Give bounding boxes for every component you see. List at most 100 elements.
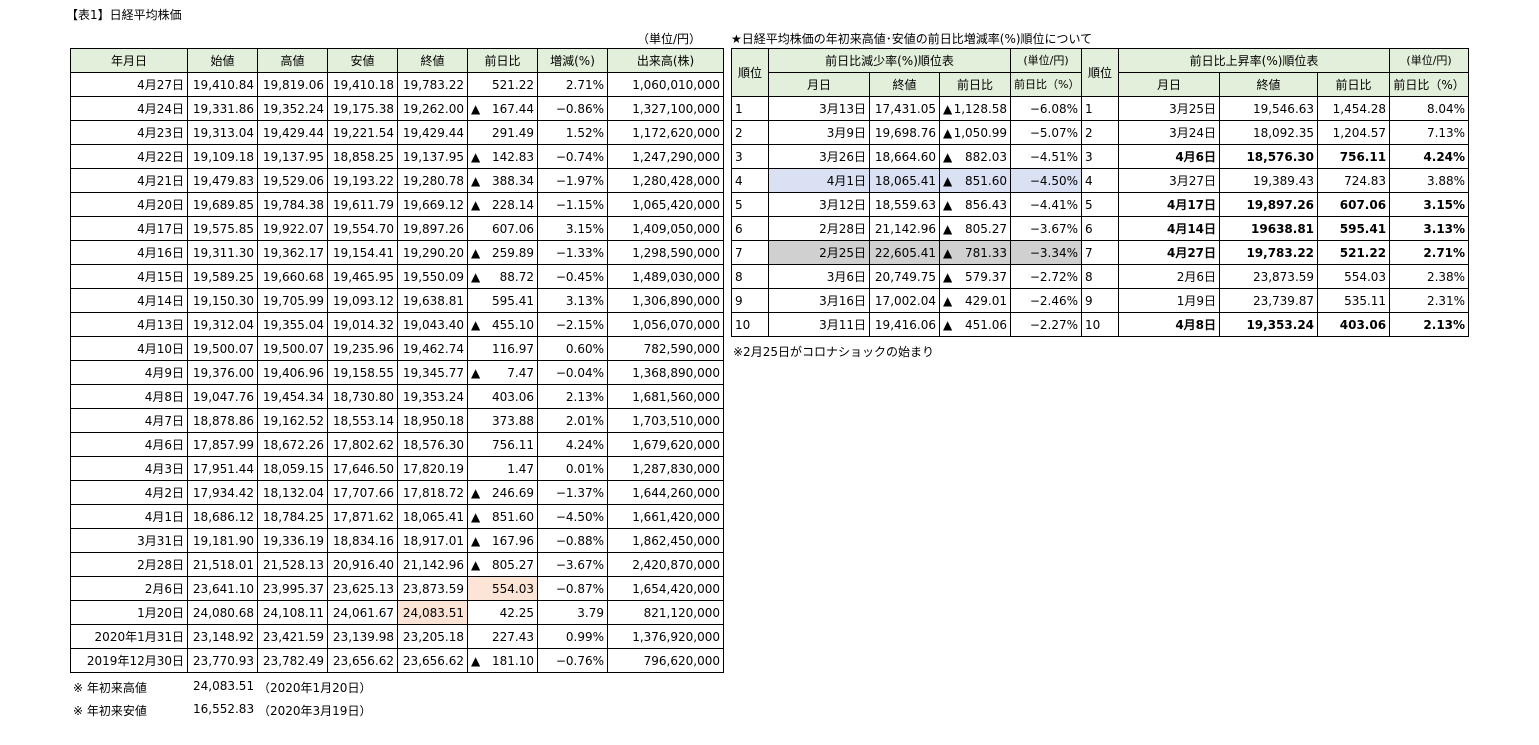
cell-low: 17,707.66 xyxy=(327,480,398,505)
cell-volume: 782,590,000 xyxy=(607,336,724,361)
cell-diff: ▲ 167.96 xyxy=(467,528,538,553)
decrease-pct: −4.41% xyxy=(1010,192,1083,217)
cell-low: 18,858.25 xyxy=(327,144,398,169)
cell-volume: 1,306,890,000 xyxy=(607,288,724,313)
increase-diff: 521.22 xyxy=(1317,240,1391,265)
decrease-pct: −3.34% xyxy=(1010,240,1083,265)
cell-high: 19,362.17 xyxy=(257,240,328,265)
increase-close: 19,783.22 xyxy=(1219,240,1319,265)
cell-high: 19,529.06 xyxy=(257,168,328,193)
table-row: 4月14日 19,150.30 19,705.99 19,093.12 19,638.8… xyxy=(70,288,724,313)
cell-open: 23,770.93 xyxy=(187,648,258,673)
cell-open: 17,934.42 xyxy=(187,480,258,505)
table-row: 4月22日 19,109.18 19,137.95 18,858.25 19,137.9… xyxy=(70,144,724,169)
rank-header: 順位 xyxy=(731,48,769,97)
rank-number: 9 xyxy=(1081,288,1120,313)
increase-pct: 7.13% xyxy=(1389,120,1470,145)
cell-volume: 1,644,260,000 xyxy=(607,480,724,505)
cell-date: 4月21日 xyxy=(70,168,188,193)
down-triangle-icon: ▲ xyxy=(471,173,481,188)
cell-change-pct: 0.60% xyxy=(537,336,608,361)
corona-note: ※2月25日がコロナショックの始まり xyxy=(733,345,934,359)
cell-volume: 1,376,920,000 xyxy=(607,624,724,649)
diff-value: 388.34 xyxy=(492,173,534,188)
cell-low: 17,646.50 xyxy=(327,456,398,481)
cell-volume: 1,247,290,000 xyxy=(607,144,724,169)
cell-low: 18,834.16 xyxy=(327,528,398,553)
cell-volume: 1,280,428,000 xyxy=(607,168,724,193)
cell-change-pct: 3.15% xyxy=(537,216,608,241)
cell-low: 19,554.70 xyxy=(327,216,398,241)
rank-number: 7 xyxy=(1081,240,1120,265)
cell-low: 20,916.40 xyxy=(327,552,398,577)
cell-volume: 1,862,450,000 xyxy=(607,528,724,553)
col-close: 終値 xyxy=(869,72,940,97)
increase-diff: 403.06 xyxy=(1317,312,1391,337)
decrease-close: 22,605.41 xyxy=(869,240,940,265)
cell-change-pct: −0.04% xyxy=(537,360,608,385)
decrease-pct: −4.51% xyxy=(1010,144,1083,169)
col-date: 月日 xyxy=(768,72,870,97)
cell-low: 23,625.13 xyxy=(327,576,398,601)
cell-low: 17,802.62 xyxy=(327,432,398,457)
decrease-close: 20,749.75 xyxy=(869,264,940,289)
cell-volume: 1,489,030,000 xyxy=(607,264,724,289)
diff-value: 429.01 xyxy=(965,293,1008,308)
cell-date: 4月15日 xyxy=(70,264,188,289)
rank-number: 4 xyxy=(731,168,769,193)
cell-diff: ▲ 388.34 xyxy=(467,168,538,193)
increase-date: 2月6日 xyxy=(1118,264,1221,289)
cell-date: 4月14日 xyxy=(70,288,188,313)
cell-date: 4月7日 xyxy=(70,408,188,433)
cell-high: 19,660.68 xyxy=(257,264,328,289)
cell-volume: 796,620,000 xyxy=(607,648,724,673)
cell-high: 23,421.59 xyxy=(257,624,328,649)
cell-date: 4月23日 xyxy=(70,120,188,145)
cell-date: 4月10日 xyxy=(70,336,188,361)
cell-open: 19,589.25 xyxy=(187,264,258,289)
cell-change-pct: −3.67% xyxy=(537,552,608,577)
decrease-date: 3月13日 xyxy=(768,96,870,121)
cell-date: 4月17日 xyxy=(70,216,188,241)
col-diff: 前日比 xyxy=(1317,72,1391,97)
cell-change-pct: 2.71% xyxy=(537,72,608,97)
diff-value: 1.47 xyxy=(507,461,534,476)
cell-diff: 227.43 xyxy=(467,624,538,649)
decrease-title: 前日比減少率(%)順位表 xyxy=(767,48,1012,73)
ranking-row: 7 2月25日 22,605.41 ▲ 781.33 −3.34% 7 4月27日 19,783… xyxy=(731,240,1470,265)
cell-high: 18,672.26 xyxy=(257,432,328,457)
rank-number: 8 xyxy=(1081,264,1120,289)
diff-value: 856.43 xyxy=(965,197,1008,212)
cell-close: 18,065.41 xyxy=(397,504,468,529)
cell-high: 23,995.37 xyxy=(257,576,328,601)
cell-diff: 1.47 xyxy=(467,456,538,481)
diff-value: 805.27 xyxy=(492,557,534,572)
increase-date: 3月27日 xyxy=(1118,168,1221,193)
cell-close: 21,142.96 xyxy=(397,552,468,577)
cell-volume: 821,120,000 xyxy=(607,600,724,625)
note-value: 16,552.83 xyxy=(193,702,255,716)
cell-close: 18,576.30 xyxy=(397,432,468,457)
rank-number: 9 xyxy=(731,288,769,313)
cell-diff: 756.11 xyxy=(467,432,538,457)
rank-number: 5 xyxy=(731,192,769,217)
cell-diff: ▲ 88.72 xyxy=(467,264,538,289)
increase-close: 23,873.59 xyxy=(1219,264,1319,289)
increase-diff: 595.41 xyxy=(1317,216,1391,241)
cell-date: 4月16日 xyxy=(70,240,188,265)
rank-number: 2 xyxy=(1081,120,1120,145)
cell-open: 19,312.04 xyxy=(187,312,258,337)
cell-close: 19,137.95 xyxy=(397,144,468,169)
increase-close: 23,739.87 xyxy=(1219,288,1319,313)
rank-number: 10 xyxy=(731,312,769,337)
cell-diff: ▲ 455.10 xyxy=(467,312,538,337)
header-open: 始値 xyxy=(187,48,258,73)
decrease-diff: ▲ 1,128.58 xyxy=(938,96,1012,121)
down-triangle-icon: ▲ xyxy=(943,125,953,140)
diff-value: 607.06 xyxy=(492,221,534,236)
rank-number: 2 xyxy=(731,120,769,145)
cell-high: 18,132.04 xyxy=(257,480,328,505)
cell-date: 4月22日 xyxy=(70,144,188,169)
cell-high: 19,454.34 xyxy=(257,384,328,409)
cell-open: 19,311.30 xyxy=(187,240,258,265)
